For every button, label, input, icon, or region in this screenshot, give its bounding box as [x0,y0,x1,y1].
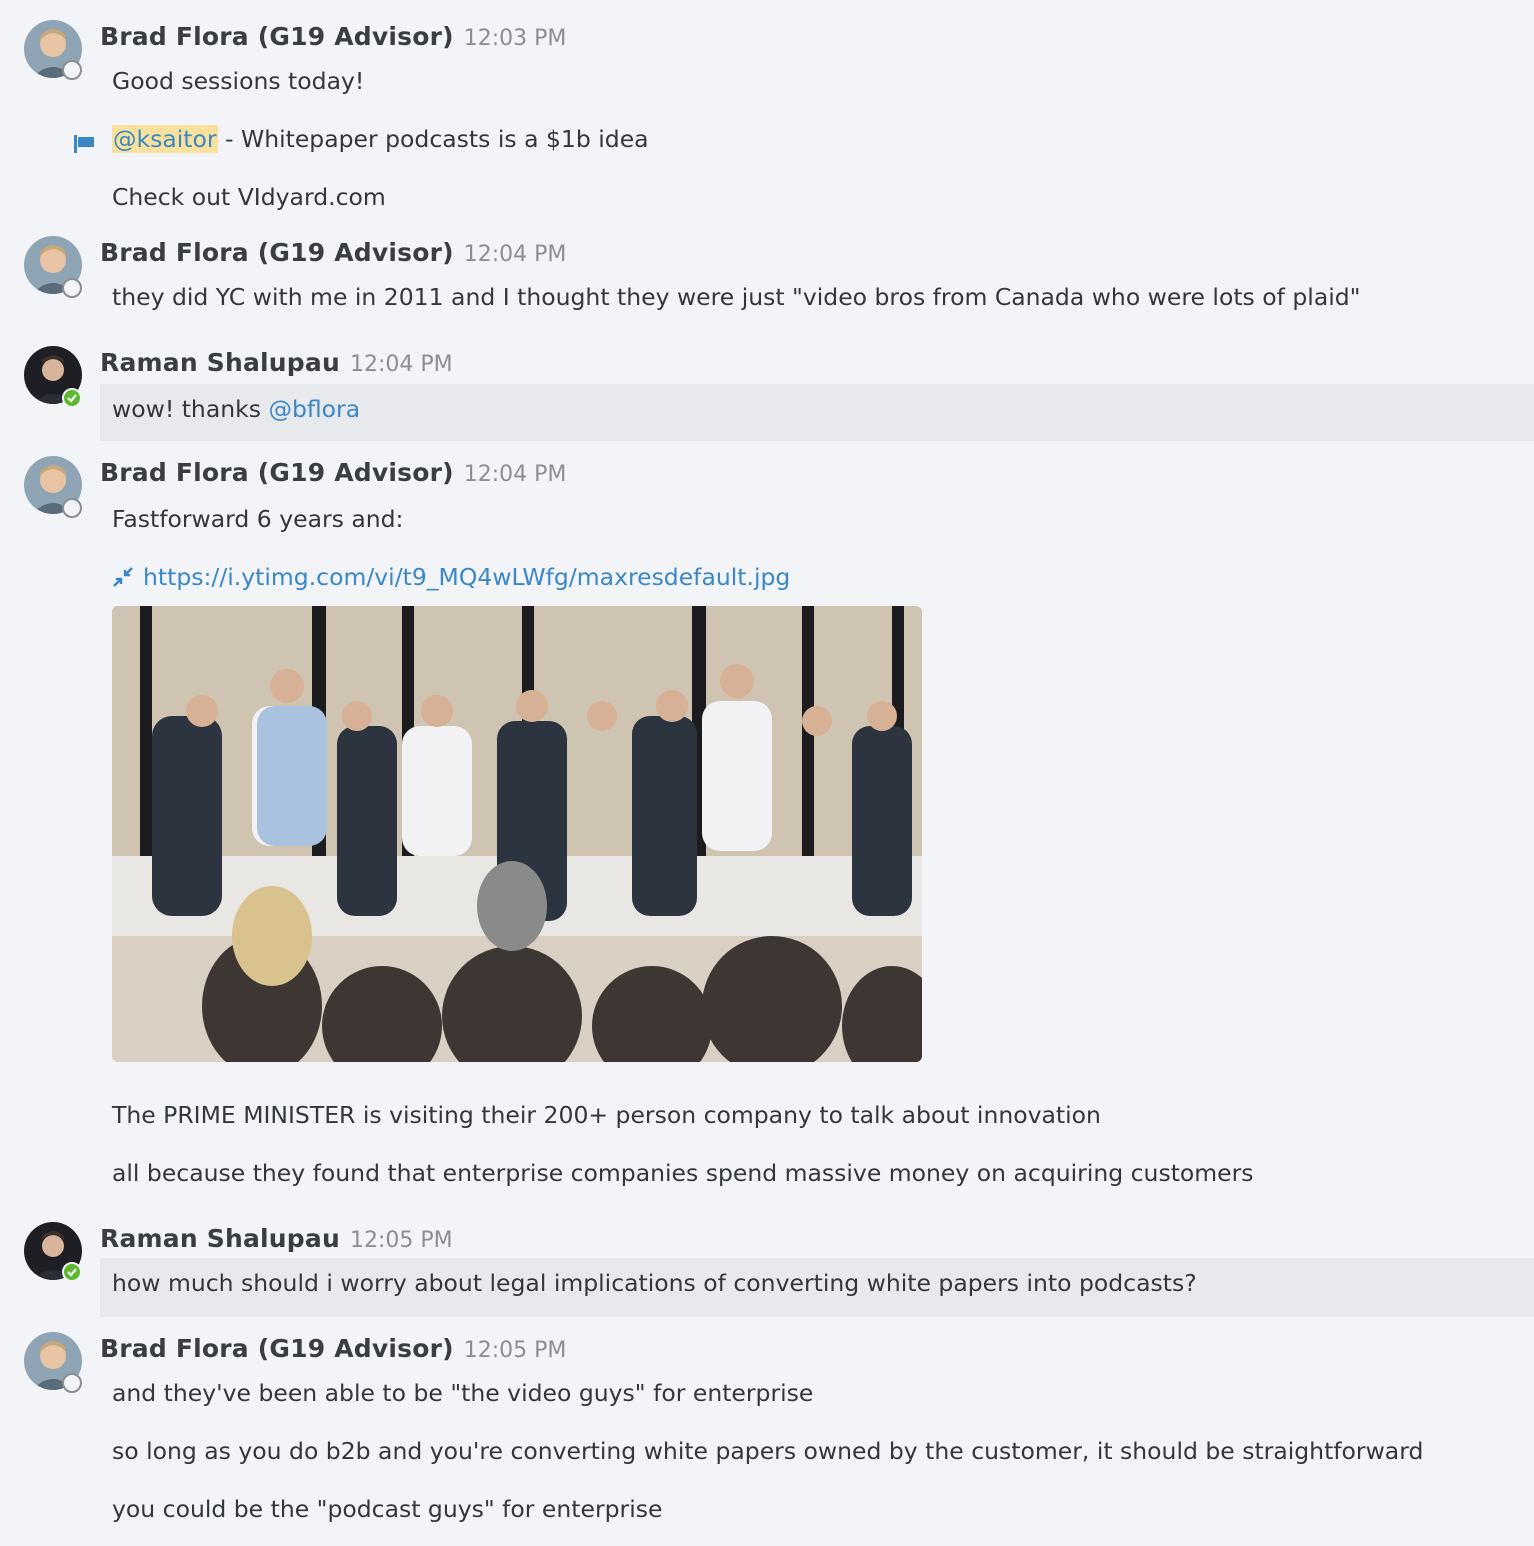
message-text: they did YC with me in 2011 and I though… [112,283,1361,311]
message-text: Fastforward 6 years and: [112,505,404,533]
message-text: so long as you do b2b and you're convert… [112,1437,1424,1465]
message-header: Raman Shalupau 12:04 PM [100,348,453,377]
message-text-start: wow! thanks [112,395,261,423]
sender-name[interactable]: Brad Flora (G19 Advisor) [100,238,454,267]
offline-status-icon [62,498,82,518]
online-check-icon [62,388,82,408]
timestamp[interactable]: 12:04 PM [464,242,567,267]
sender-name[interactable]: Raman Shalupau [100,1224,340,1253]
mention-link[interactable]: @bflora [268,395,360,423]
flag-icon[interactable] [72,133,96,155]
timestamp[interactable]: 12:03 PM [464,26,567,51]
sender-name[interactable]: Brad Flora (G19 Advisor) [100,1334,454,1363]
message-text: The PRIME MINISTER is visiting their 200… [112,1101,1101,1129]
message-text: Check out VIdyard.com [112,183,386,211]
sender-name[interactable]: Raman Shalupau [100,348,340,377]
timestamp[interactable]: 12:04 PM [464,462,567,487]
sender-name[interactable]: Brad Flora (G19 Advisor) [100,22,454,51]
message-header: Brad Flora (G19 Advisor) 12:04 PM [100,458,566,487]
message-text: all because they found that enterprise c… [112,1159,1254,1187]
message-text: Good sessions today! [112,67,365,95]
offline-status-icon [62,60,82,80]
offline-status-icon [62,278,82,298]
message-text: you could be the "podcast guys" for ente… [112,1495,663,1523]
embedded-image[interactable] [112,606,922,1062]
message-text: wow! thanks @bflora [112,395,360,423]
sender-name[interactable]: Brad Flora (G19 Advisor) [100,458,454,487]
image-link[interactable]: https://i.ytimg.com/vi/t9_MQ4wLWfg/maxre… [143,563,790,591]
message-text: how much should i worry about legal impl… [112,1269,1197,1297]
collapse-arrows-icon[interactable] [112,566,134,588]
message-header: Brad Flora (G19 Advisor) 12:04 PM [100,238,566,267]
mention-self[interactable]: @ksaitor [112,125,218,153]
message-header: Brad Flora (G19 Advisor) 12:05 PM [100,1334,566,1363]
message-header: Raman Shalupau 12:05 PM [100,1224,453,1253]
message-text: and they've been able to be "the video g… [112,1379,814,1407]
timestamp[interactable]: 12:05 PM [350,1228,453,1253]
timestamp[interactable]: 12:05 PM [464,1338,567,1363]
timestamp[interactable]: 12:04 PM [350,352,453,377]
message-text-rest: - Whitepaper podcasts is a $1b idea [225,125,649,153]
message-text: @ksaitor - Whitepaper podcasts is a $1b … [112,125,649,153]
online-check-icon [62,1262,82,1282]
message-header: Brad Flora (G19 Advisor) 12:03 PM [100,22,566,51]
offline-status-icon [62,1373,82,1393]
